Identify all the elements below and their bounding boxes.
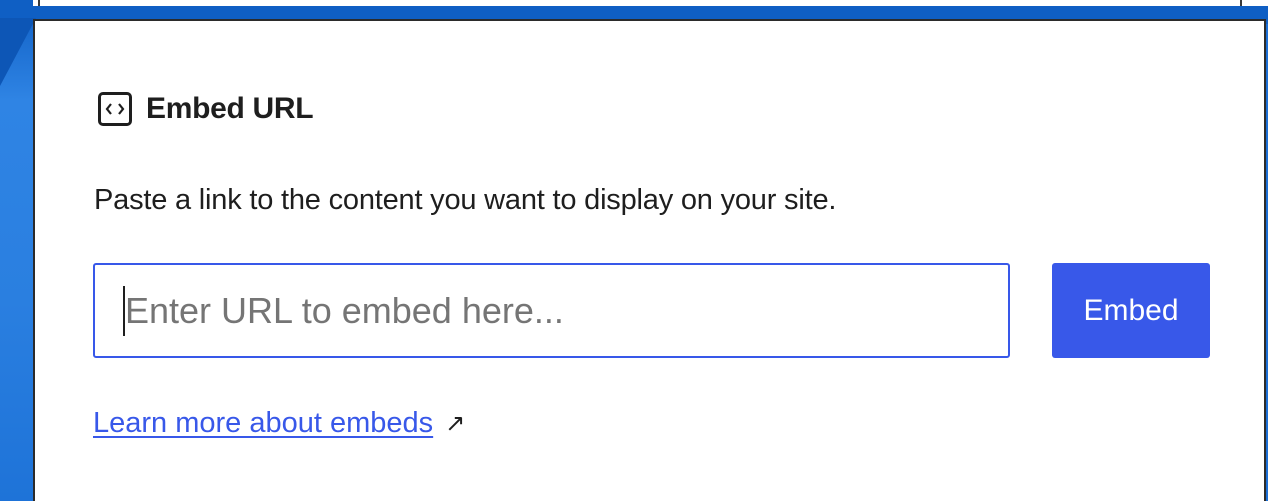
embed-header: Embed URL	[98, 87, 314, 131]
embed-description: Paste a link to the content you want to …	[94, 184, 837, 216]
external-link-icon: ↗	[445, 410, 466, 437]
upper-panel-strip	[33, 0, 1268, 6]
embed-url-input[interactable]	[93, 263, 1010, 358]
embed-button[interactable]: Embed	[1052, 263, 1210, 358]
learn-more-link[interactable]: Learn more about embeds ↗	[93, 407, 465, 440]
learn-more-label: Learn more about embeds	[93, 407, 434, 439]
strip-divider-left	[38, 0, 40, 6]
embed-icon	[98, 92, 132, 126]
embed-title: Embed URL	[146, 92, 314, 125]
text-caret	[123, 286, 125, 336]
strip-divider-right	[1240, 0, 1242, 6]
background-wedge	[0, 18, 36, 86]
